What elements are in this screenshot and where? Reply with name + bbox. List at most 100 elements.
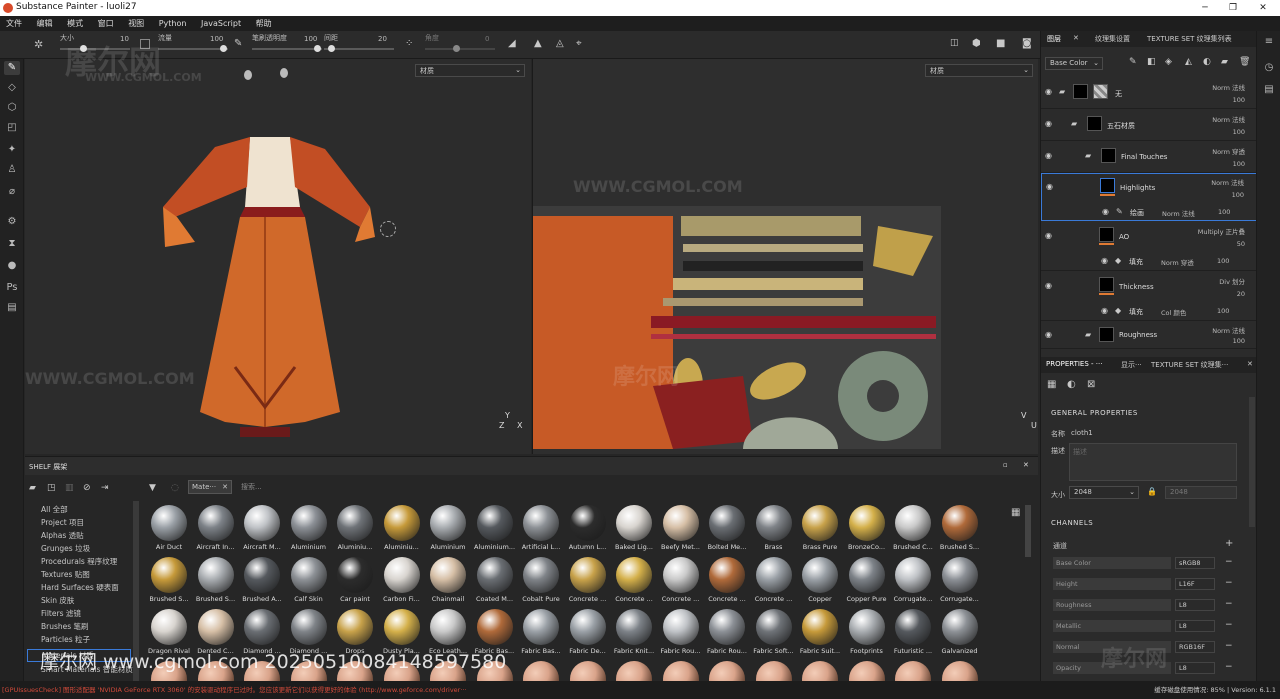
name-value[interactable]: cloth1 xyxy=(1071,429,1093,437)
angle-slider[interactable] xyxy=(425,45,495,52)
tab-properties-close-icon[interactable]: ✕ xyxy=(1247,360,1253,368)
texture-circle-icon[interactable]: ● xyxy=(4,259,20,273)
search-filter-tag[interactable]: Mate··· ✕ xyxy=(188,480,232,494)
material-thumbnail[interactable]: Brass Pure xyxy=(798,505,842,557)
color-picker-icon[interactable]: ⌀ xyxy=(4,185,20,199)
pen-pressure-icon[interactable]: ✎ xyxy=(234,38,242,49)
scatter-icon[interactable]: ⁘ xyxy=(405,38,413,49)
tab-display[interactable]: 显示··· xyxy=(1121,360,1142,370)
material-thumbnail[interactable]: Beefy Met... xyxy=(659,505,703,557)
viewport-2d-material-dropdown[interactable]: 材质 ⌄ xyxy=(925,64,1033,77)
visibility-eye-icon[interactable]: ◉ xyxy=(1045,87,1052,96)
shelf-search-input[interactable]: 搜索... xyxy=(238,480,1028,494)
material-thumbnail[interactable]: Aircraft M... xyxy=(240,505,284,557)
spacing-slider[interactable] xyxy=(324,45,394,52)
lazy-mouse-icon[interactable]: ◬ xyxy=(556,38,564,49)
category-procedurals[interactable]: Procedurals 程序纹理 xyxy=(41,556,117,567)
viewport-3d[interactable]: 材质 ⌄ 摩尔网 WWW.CGMOL.COM WWW.CGMOL.COM Y Z … xyxy=(25,43,531,454)
menu-python[interactable]: Python xyxy=(153,17,193,28)
material-thumbnail[interactable]: Fabric Suit... xyxy=(798,609,842,661)
material-thumbnail[interactable]: Aluminium xyxy=(426,505,470,557)
remove-channel-icon[interactable]: − xyxy=(1225,557,1233,567)
layer-row[interactable]: ◉ ▰ 无 Norm 法线 100 xyxy=(1041,77,1257,109)
properties-scrollbar[interactable] xyxy=(1249,397,1255,527)
material-thumbnail[interactable]: Chainmail xyxy=(426,557,470,609)
tab-texture-set-settings[interactable]: 纹理集设置 xyxy=(1095,34,1130,44)
material-thumbnail[interactable]: Corrugate... xyxy=(891,557,935,609)
history-clock-icon[interactable]: ◷ xyxy=(1261,61,1277,75)
hourglass-icon[interactable]: ⧗ xyxy=(4,237,20,251)
material-thumbnail[interactable]: Aircraft In... xyxy=(194,505,238,557)
folder-icon[interactable]: ▰ xyxy=(29,483,36,493)
new-folder-icon[interactable]: ◳ xyxy=(47,483,56,493)
material-thumbnail[interactable]: Aluminium xyxy=(287,505,331,557)
category-filters[interactable]: Filters 滤镜 xyxy=(41,608,81,619)
material-thumbnail[interactable]: Fabric Rou... xyxy=(705,609,749,661)
material-thumbnail[interactable]: Corrugate... xyxy=(938,557,982,609)
category-brushes[interactable]: Brushes 笔刷 xyxy=(41,621,89,632)
material-thumbnail[interactable]: Artificial L... xyxy=(519,505,563,557)
angle-jitter-icon[interactable]: ◢ xyxy=(508,38,516,49)
layer-row[interactable]: ◉ ▰ Roughness Norm 法线 100 xyxy=(1041,321,1257,349)
symmetry-icon[interactable]: ▲ xyxy=(534,38,542,49)
material-thumbnail[interactable]: Aluminium... xyxy=(473,505,517,557)
clone-stamp-icon[interactable]: ♙ xyxy=(4,163,20,177)
tab-texture-set-list[interactable]: TEXTURE SET 纹理集列表 xyxy=(1147,34,1232,44)
visibility-eye-icon[interactable]: ◉ xyxy=(1046,182,1053,191)
material-thumbnail[interactable]: Coated M... xyxy=(473,557,517,609)
material-thumbnail[interactable]: Aluminiu... xyxy=(333,505,377,557)
visibility-eye-icon[interactable]: ◉ xyxy=(1045,281,1052,290)
material-sphere-partial-icon[interactable] xyxy=(709,661,745,681)
category-skin[interactable]: Skin 皮肤 xyxy=(41,595,74,606)
shelf-float-icon[interactable]: ▫ xyxy=(1003,461,1008,469)
material-thumbnail[interactable]: Calf Skin xyxy=(287,557,331,609)
size-lock-icon[interactable]: 🔒 xyxy=(1147,487,1157,496)
add-fill-layer-icon[interactable]: ◧ xyxy=(1147,57,1156,67)
category-particles[interactable]: Particles 粒子 xyxy=(41,634,90,645)
channel-dropdown[interactable]: Base Color ⌄ xyxy=(1045,57,1103,70)
remove-channel-icon[interactable]: − xyxy=(1225,620,1233,630)
tab-layers[interactable]: 图层 xyxy=(1047,34,1061,44)
add-folder-icon[interactable]: ▰ xyxy=(1221,57,1228,67)
material-thumbnail[interactable]: Galvanized xyxy=(938,609,982,661)
flow-slider[interactable] xyxy=(158,45,228,52)
material-thumbnail[interactable]: Fabric Soft... xyxy=(752,609,796,661)
category-alphas[interactable]: Alphas 透贴 xyxy=(41,530,84,541)
eraser-icon[interactable]: ◇ xyxy=(4,81,20,95)
document-icon[interactable]: ▤ xyxy=(4,301,20,315)
settings-gear-icon[interactable]: ⚙ xyxy=(4,215,20,229)
layer-row[interactable]: ◉ ▰ 五石材质 Norm 法线 100 xyxy=(1041,109,1257,141)
description-input[interactable]: 描述 xyxy=(1069,443,1237,481)
remove-channel-icon[interactable]: − xyxy=(1225,662,1233,672)
menu-view[interactable]: 视图 xyxy=(122,16,150,29)
materials-scrollbar[interactable] xyxy=(1025,505,1031,557)
layer-row[interactable]: ◉ Thickness Div 划分 20 ◉ ◆ 填充 Col 颜色 100 xyxy=(1041,271,1257,321)
geometry-mask-icon[interactable]: ◰ xyxy=(4,121,20,135)
material-thumbnail[interactable]: Air Duct xyxy=(147,505,191,557)
material-thumbnail[interactable]: Footprints xyxy=(845,609,889,661)
material-thumbnail[interactable]: Bolted Me... xyxy=(705,505,749,557)
material-thumbnail[interactable]: Carbon Fi... xyxy=(380,557,424,609)
size-dropdown[interactable]: 2048 ⌄ xyxy=(1069,486,1139,499)
category-hard-surfaces[interactable]: Hard Surfaces 硬表面 xyxy=(41,582,119,593)
category-textures[interactable]: Textures 贴图 xyxy=(41,569,90,580)
material-thumbnail[interactable]: Concrete ... xyxy=(566,557,610,609)
minimize-button[interactable]: ─ xyxy=(1190,0,1220,16)
visibility-eye-icon[interactable]: ◉ xyxy=(1101,256,1108,265)
screenshot-camera-icon[interactable]: ◙ xyxy=(1022,38,1032,49)
remove-channel-icon[interactable]: − xyxy=(1225,641,1233,651)
category-grunges[interactable]: Grunges 垃圾 xyxy=(41,543,90,554)
hide-icon[interactable]: ⊘ xyxy=(83,483,91,493)
material-thumbnail[interactable]: Fabric Rou... xyxy=(659,609,703,661)
material-thumbnail[interactable]: Copper xyxy=(798,557,842,609)
add-mask-icon[interactable]: ◈ xyxy=(1165,57,1172,67)
spacing-value[interactable]: 20 xyxy=(378,35,387,43)
menu-javascript[interactable]: JavaScript xyxy=(195,17,247,28)
add-effect-icon[interactable]: ◭ xyxy=(1185,57,1192,67)
layer-row[interactable]: ◉ AO Multiply 正片叠 50 ◉ ◆ 填充 Norm 穿透 100 xyxy=(1041,221,1257,271)
material-thumbnail[interactable]: Futuristic ... xyxy=(891,609,935,661)
material-sphere-partial-icon[interactable] xyxy=(941,661,978,681)
material-thumbnail[interactable]: Copper Pure xyxy=(845,557,889,609)
material-thumbnail[interactable]: Brass xyxy=(752,505,796,557)
material-thumbnail[interactable]: Car paint xyxy=(333,557,377,609)
